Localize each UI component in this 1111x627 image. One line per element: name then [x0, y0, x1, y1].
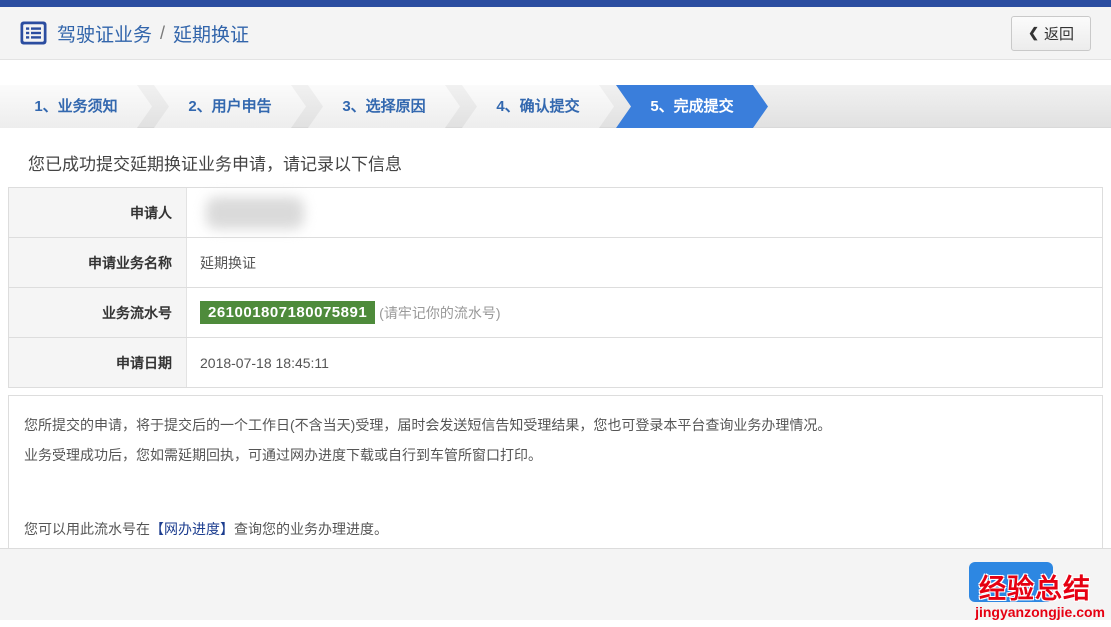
note-line-2: 业务受理成功后，您如需延期回执，可通过网办进度下载或自行到车管所窗口打印。 [24, 440, 1087, 470]
watermark-url: jingyanzongjie.com [975, 604, 1105, 620]
footer-strip [0, 548, 1111, 620]
progress-hint: 您可以用此流水号在【网办进度】查询您的业务办理进度。 [24, 514, 1087, 544]
breadcrumb: 驾驶证业务 / 延期换证 [57, 20, 249, 47]
progress-hint-suffix: 查询您的业务办理进度。 [234, 521, 388, 537]
progress-hint-link: 【网办进度】 [150, 521, 234, 537]
breadcrumb-separator: / [160, 23, 165, 44]
business-name-value: 延期换证 [187, 238, 1102, 287]
serial-number-badge: 261001807180075891 [200, 301, 375, 324]
serial-number-value: 261001807180075891 (请牢记你的流水号) [187, 288, 1102, 337]
apply-date-label: 申请日期 [9, 338, 187, 387]
step-progress-bar: 1、业务须知 2、用户申告 3、选择原因 4、确认提交 5、完成提交 [0, 85, 1111, 128]
serial-number-note: (请牢记你的流水号) [379, 303, 500, 323]
table-row-serial-number: 业务流水号 261001807180075891 (请牢记你的流水号) [9, 288, 1102, 338]
serial-number-label: 业务流水号 [9, 288, 187, 337]
apply-date-value: 2018-07-18 18:45:11 [187, 338, 1102, 387]
list-icon [20, 21, 47, 45]
note-line-1: 您所提交的申请，将于提交后的一个工作日(不含当天)受理，届时会发送短信告知受理结… [24, 410, 1087, 440]
breadcrumb-sub: 延期换证 [173, 20, 249, 47]
back-button-label: 返回 [1044, 23, 1074, 44]
page-header: 驾驶证业务 / 延期换证 ❮ 返回 [0, 7, 1111, 60]
notes-spacer [24, 470, 1087, 514]
watermark-text: 经验总结 [979, 567, 1091, 606]
success-message: 您已成功提交延期换证业务申请，请记录以下信息 [28, 150, 1111, 175]
applicant-name-redacted [206, 197, 304, 229]
table-row-applicant: 申请人 [9, 188, 1102, 238]
back-chevron-icon: ❮ [1028, 25, 1039, 41]
table-row-apply-date: 申请日期 2018-07-18 18:45:11 [9, 338, 1102, 388]
step-3-select-reason: 3、选择原因 [308, 85, 460, 128]
watermark: 经验总结 jingyanzongjie.com [955, 562, 1105, 620]
top-accent-bar [0, 0, 1111, 7]
step-2-user-declaration: 2、用户申告 [154, 85, 306, 128]
applicant-label: 申请人 [9, 188, 187, 237]
breadcrumb-main: 驾驶证业务 [57, 20, 152, 47]
back-button[interactable]: ❮ 返回 [1011, 16, 1091, 51]
application-info-table: 申请人 申请业务名称 延期换证 业务流水号 261001807180075891… [8, 187, 1103, 388]
step-5-complete-submit: 5、完成提交 [616, 85, 768, 128]
step-4-confirm-submit: 4、确认提交 [462, 85, 614, 128]
applicant-value [187, 188, 1102, 237]
step-1-business-notice: 1、业务须知 [0, 85, 152, 128]
business-name-label: 申请业务名称 [9, 238, 187, 287]
notes-box: 您所提交的申请，将于提交后的一个工作日(不含当天)受理，届时会发送短信告知受理结… [8, 395, 1103, 561]
progress-hint-prefix: 您可以用此流水号在 [24, 521, 150, 537]
table-row-business-name: 申请业务名称 延期换证 [9, 238, 1102, 288]
